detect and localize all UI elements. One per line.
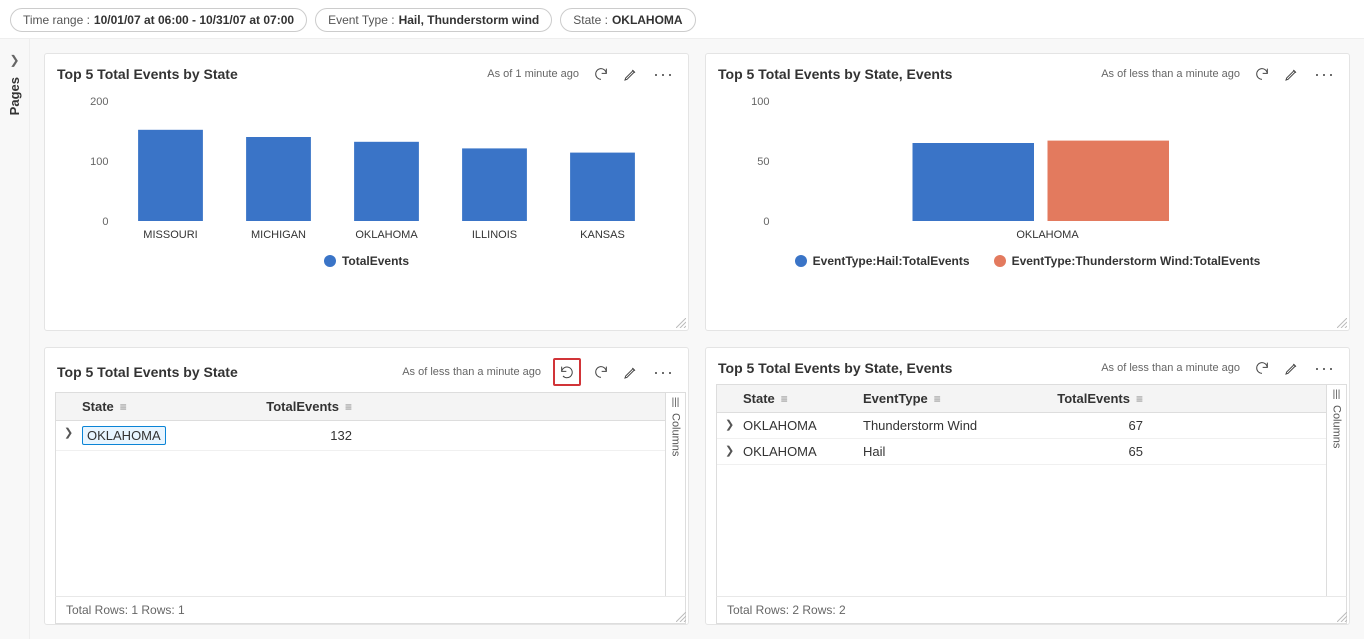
panel-top5-states-chart: Top 5 Total Events by State As of 1 minu… xyxy=(44,53,689,331)
refresh-icon[interactable] xyxy=(591,362,611,382)
panel-title: Top 5 Total Events by State, Events xyxy=(718,360,952,376)
chart-top5-states[interactable]: 0 100 200 MISSOURI MICHIGAN OKLAHOMA ILLINOIS K… xyxy=(59,96,674,246)
filter-pill-state[interactable]: State : OKLAHOMA xyxy=(560,8,695,32)
cell-totalevents: 67 xyxy=(1043,418,1143,433)
filter-label: Time range : xyxy=(23,13,90,27)
legend-item[interactable]: TotalEvents xyxy=(324,254,409,268)
filter-bar: Time range : 10/01/07 at 06:00 - 10/31/0… xyxy=(0,0,1364,39)
panel-title: Top 5 Total Events by State xyxy=(57,364,238,380)
table-row[interactable]: ❯ OKLAHOMA Thunderstorm Wind 67 xyxy=(717,413,1326,439)
filter-label: Event Type : xyxy=(328,13,395,27)
refresh-icon[interactable] xyxy=(1252,64,1272,84)
panel-timestamp: As of less than a minute ago xyxy=(1101,362,1240,374)
column-menu-icon[interactable]: ≡ xyxy=(345,400,352,414)
refresh-icon[interactable] xyxy=(1252,358,1272,378)
table-footer: Total Rows: 1 Rows: 1 xyxy=(55,596,686,624)
filter-pill-event-type[interactable]: Event Type : Hail, Thunderstorm wind xyxy=(315,8,552,32)
column-header-totalevents[interactable]: TotalEvents≡ xyxy=(232,399,352,414)
table-header: State≡ TotalEvents≡ xyxy=(56,393,665,421)
cell-eventtype: Thunderstorm Wind xyxy=(863,418,1043,433)
panel-more-menu[interactable]: ··· xyxy=(651,69,676,79)
reset-icon[interactable] xyxy=(553,358,581,386)
svg-text:200: 200 xyxy=(90,96,108,108)
panel-top5-states-events-table: Top 5 Total Events by State, Events As o… xyxy=(705,347,1350,625)
panel-top5-states-events-chart: Top 5 Total Events by State, Events As o… xyxy=(705,53,1350,331)
chart-top5-states-events[interactable]: 0 50 100 OKLAHOMA xyxy=(720,96,1335,246)
refresh-icon[interactable] xyxy=(591,64,611,84)
panel-timestamp: As of 1 minute ago xyxy=(487,68,579,80)
cell-state: OKLAHOMA xyxy=(743,444,863,459)
cell-eventtype: Hail xyxy=(863,444,1043,459)
expand-row-chevron-icon[interactable]: ❯ xyxy=(725,444,743,459)
svg-text:100: 100 xyxy=(90,156,108,168)
panel-more-menu[interactable]: ··· xyxy=(651,367,676,377)
filter-value: OKLAHOMA xyxy=(612,13,683,27)
expand-row-chevron-icon[interactable]: ❯ xyxy=(725,418,743,433)
columns-panel-toggle[interactable]: ||| Columns xyxy=(1326,385,1346,596)
filter-value: 10/01/07 at 06:00 - 10/31/07 at 07:00 xyxy=(94,13,294,27)
panel-more-menu[interactable]: ··· xyxy=(1312,69,1337,79)
legend-item[interactable]: EventType:Hail:TotalEvents xyxy=(795,254,970,268)
legend-item[interactable]: EventType:Thunderstorm Wind:TotalEvents xyxy=(994,254,1261,268)
column-header-state[interactable]: State≡ xyxy=(82,399,232,414)
columns-icon: ||| xyxy=(1333,391,1341,399)
edit-icon[interactable] xyxy=(1282,64,1302,84)
side-rail: ❯ Pages xyxy=(0,39,30,639)
cell-state: OKLAHOMA xyxy=(743,418,863,433)
column-header-eventtype[interactable]: EventType≡ xyxy=(863,391,1043,406)
panel-title: Top 5 Total Events by State xyxy=(57,66,238,82)
pages-label[interactable]: Pages xyxy=(7,77,22,115)
column-menu-icon[interactable]: ≡ xyxy=(934,392,941,406)
cell-totalevents: 65 xyxy=(1043,444,1143,459)
panel-timestamp: As of less than a minute ago xyxy=(402,366,541,378)
edit-icon[interactable] xyxy=(621,64,641,84)
panel-timestamp: As of less than a minute ago xyxy=(1101,68,1240,80)
column-menu-icon[interactable]: ≡ xyxy=(1136,392,1143,406)
columns-panel-toggle[interactable]: ||| Columns xyxy=(665,393,685,596)
svg-text:OKLAHOMA: OKLAHOMA xyxy=(355,229,418,241)
svg-text:KANSAS: KANSAS xyxy=(580,229,625,241)
table-footer: Total Rows: 2 Rows: 2 xyxy=(716,596,1347,624)
filter-label: State : xyxy=(573,13,608,27)
column-header-totalevents[interactable]: TotalEvents≡ xyxy=(1043,391,1143,406)
svg-text:0: 0 xyxy=(763,216,769,228)
expand-side-rail-chevron-icon[interactable]: ❯ xyxy=(9,53,19,67)
expand-row-chevron-icon[interactable]: ❯ xyxy=(64,426,82,445)
svg-text:ILLINOIS: ILLINOIS xyxy=(472,229,517,241)
panel-title: Top 5 Total Events by State, Events xyxy=(718,66,952,82)
panel-more-menu[interactable]: ··· xyxy=(1312,363,1337,373)
filter-value: Hail, Thunderstorm wind xyxy=(399,13,540,27)
column-menu-icon[interactable]: ≡ xyxy=(120,400,127,414)
columns-icon: ||| xyxy=(672,399,680,407)
svg-text:MISSOURI: MISSOURI xyxy=(143,229,197,241)
column-menu-icon[interactable]: ≡ xyxy=(781,392,788,406)
table-header: State≡ EventType≡ TotalEvents≡ xyxy=(717,385,1326,413)
edit-icon[interactable] xyxy=(1282,358,1302,378)
svg-text:MICHIGAN: MICHIGAN xyxy=(251,229,306,241)
filter-pill-time-range[interactable]: Time range : 10/01/07 at 06:00 - 10/31/0… xyxy=(10,8,307,32)
svg-text:100: 100 xyxy=(751,96,769,108)
table-row[interactable]: ❯ OKLAHOMA Hail 65 xyxy=(717,439,1326,465)
cell-totalevents: 132 xyxy=(232,426,352,445)
svg-text:50: 50 xyxy=(757,156,769,168)
cell-state[interactable]: OKLAHOMA xyxy=(82,426,166,445)
svg-text:0: 0 xyxy=(102,216,108,228)
panel-top5-states-table: Top 5 Total Events by State As of less t… xyxy=(44,347,689,625)
svg-text:OKLAHOMA: OKLAHOMA xyxy=(1016,229,1079,241)
edit-icon[interactable] xyxy=(621,362,641,382)
table-row[interactable]: ❯ OKLAHOMA 132 xyxy=(56,421,665,451)
column-header-state[interactable]: State≡ xyxy=(743,391,863,406)
